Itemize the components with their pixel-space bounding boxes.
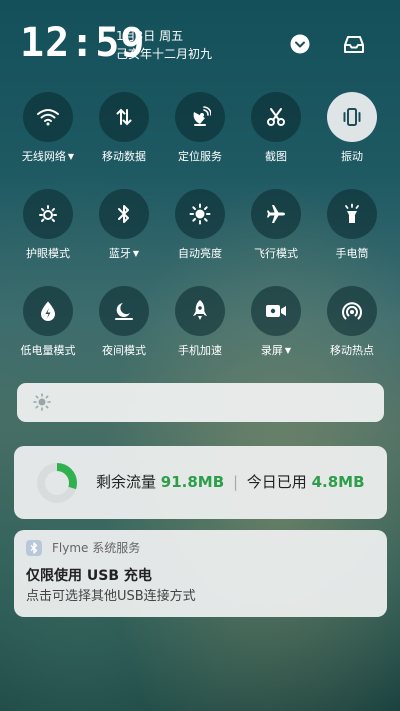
notification-body: 点击可选择其他USB连接方式	[26, 589, 196, 604]
dropdown-caret-icon: ▼	[284, 346, 292, 355]
toggle-bluetooth[interactable]: 蓝牙 ▼	[86, 189, 162, 262]
toggle-mobile-data-circle[interactable]	[99, 92, 149, 142]
toggle-flashlight-label: 手电筒	[335, 247, 369, 260]
inbox-tray-icon	[344, 36, 364, 53]
toggle-screenshot-label: 截图	[265, 150, 287, 163]
wifi-icon	[37, 109, 59, 126]
auto-brightness-icon	[189, 203, 211, 225]
status-header: 12:59 1月3日 周五 己亥年十二月初九	[20, 18, 380, 68]
toggle-vibrate-circle[interactable]	[327, 92, 377, 142]
toggle-wifi[interactable]: 无线网络 ▼	[10, 92, 86, 165]
toggle-location-label: 定位服务	[178, 150, 222, 163]
today-used-label: 今日已用	[246, 473, 307, 491]
toggle-battery-saver[interactable]: 低电量模式	[10, 286, 86, 358]
toggle-mobile-data[interactable]: 移动数据	[86, 92, 162, 164]
toggle-phone-boost[interactable]: 手机加速	[162, 286, 238, 358]
data-usage-card[interactable]: 剩余流量 91.8MB | 今日已用 4.8MB	[14, 446, 387, 519]
remaining-value: 91.8MB	[160, 473, 225, 491]
brightness-slider[interactable]	[17, 383, 384, 422]
app-icon	[26, 540, 42, 556]
toggle-bluetooth-circle[interactable]	[99, 189, 149, 239]
eye-care-icon	[39, 205, 57, 222]
clear-notifications-button[interactable]	[342, 32, 366, 56]
remaining-label: 剩余流量	[96, 473, 157, 491]
toggle-screen-record-label: 录屏 ▼	[260, 344, 292, 357]
date-text: 1月3日 周五	[116, 29, 184, 43]
today-used-value: 4.8MB	[311, 473, 365, 491]
date-block[interactable]: 1月3日 周五 己亥年十二月初九	[116, 27, 212, 63]
toggle-hotspot-circle[interactable]	[327, 286, 377, 336]
toggle-auto-brightness[interactable]: 自动亮度	[162, 189, 238, 261]
toggle-night-mode[interactable]: 夜间模式	[86, 286, 162, 358]
scissors-icon	[267, 108, 285, 126]
airplane-icon	[267, 205, 285, 223]
chevron-down-circle-icon	[290, 34, 310, 54]
toggle-flashlight-circle[interactable]	[327, 189, 377, 239]
dropdown-caret-icon: ▼	[132, 249, 140, 258]
vibrate-icon	[343, 108, 361, 126]
toggle-eye-care-circle[interactable]	[23, 189, 73, 239]
toggle-wifi-label: 无线网络 ▼	[21, 150, 75, 163]
toggle-night-mode-circle[interactable]	[99, 286, 149, 336]
toggle-vibrate-label: 振动	[341, 150, 363, 163]
hotspot-icon	[342, 302, 362, 320]
dropdown-caret-icon: ▼	[67, 152, 75, 161]
toggle-phone-boost-circle[interactable]	[175, 286, 225, 336]
location-satellite-icon	[193, 106, 211, 126]
toggle-airplane-circle[interactable]	[251, 189, 301, 239]
data-arrows-icon	[116, 108, 132, 126]
toggle-phone-boost-label: 手机加速	[178, 344, 222, 357]
toggle-flashlight[interactable]: 手电筒	[314, 189, 390, 261]
toggle-screenshot[interactable]: 截图	[238, 92, 314, 164]
toggle-screenshot-circle[interactable]	[251, 92, 301, 142]
toggle-location[interactable]: 定位服务	[162, 92, 238, 164]
toggle-eye-care-label: 护眼模式	[26, 247, 70, 260]
toggle-vibrate[interactable]: 振动	[314, 92, 390, 164]
toggle-battery-saver-label: 低电量模式	[20, 344, 76, 357]
toggle-location-circle[interactable]	[175, 92, 225, 142]
toggle-bluetooth-label: 蓝牙 ▼	[108, 247, 140, 260]
toggle-auto-brightness-label: 自动亮度	[178, 247, 222, 260]
toggle-auto-brightness-circle[interactable]	[175, 189, 225, 239]
toggle-hotspot-label: 移动热点	[330, 344, 374, 357]
battery-saver-icon	[41, 301, 55, 321]
lunar-date-text: 己亥年十二月初九	[116, 47, 213, 61]
data-usage-ring	[37, 463, 77, 503]
night-mode-icon	[115, 303, 133, 320]
toggle-screen-record-circle[interactable]	[251, 286, 301, 336]
flashlight-icon	[345, 203, 359, 223]
notification-app-name: Flyme 系统服务	[52, 541, 141, 555]
toggle-airplane[interactable]: 飞行模式	[238, 189, 314, 261]
brightness-sun-icon	[33, 393, 51, 411]
notification-title: 仅限使用 USB 充电	[26, 568, 152, 584]
toggle-wifi-circle[interactable]	[23, 92, 73, 142]
toggle-screen-record[interactable]: 录屏 ▼	[238, 286, 314, 359]
toggle-eye-care[interactable]: 护眼模式	[10, 189, 86, 261]
usb-notification[interactable]: Flyme 系统服务 仅限使用 USB 充电 点击可选择其他USB连接方式	[14, 530, 387, 617]
screen-record-icon	[266, 305, 286, 317]
toggle-battery-saver-circle[interactable]	[23, 286, 73, 336]
bluetooth-small-icon	[30, 542, 38, 554]
toggle-hotspot[interactable]: 移动热点	[314, 286, 390, 358]
toggle-airplane-label: 飞行模式	[254, 247, 298, 260]
toggle-night-mode-label: 夜间模式	[102, 344, 146, 357]
expand-button[interactable]	[288, 32, 312, 56]
rocket-icon	[193, 300, 207, 320]
data-usage-text: 剩余流量 91.8MB | 今日已用 4.8MB	[96, 472, 365, 492]
bluetooth-icon	[118, 205, 129, 223]
data-usage-separator: |	[232, 473, 239, 491]
toggle-mobile-data-label: 移动数据	[102, 150, 146, 163]
